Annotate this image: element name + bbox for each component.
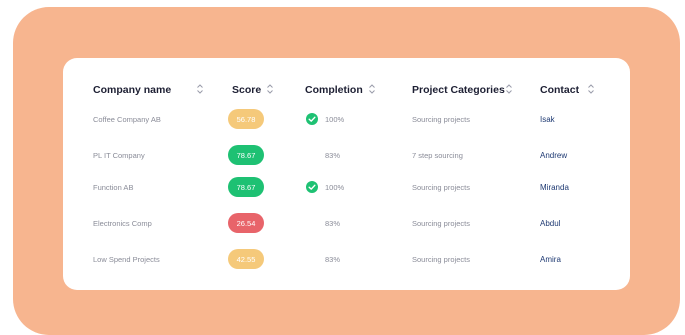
- row-5-company[interactable]: Low Spend Projects: [93, 252, 160, 266]
- row-1-category: Sourcing projects: [412, 114, 470, 124]
- sort-completion-icon[interactable]: [368, 83, 376, 95]
- row-3-score-badge: 78.67: [228, 177, 264, 197]
- row-3-contact[interactable]: Miranda: [540, 180, 569, 194]
- header-project-categories[interactable]: Project Categories: [412, 83, 505, 97]
- header-company-name[interactable]: Company name: [93, 83, 171, 97]
- row-1-contact[interactable]: Isak: [540, 112, 555, 126]
- row-4-contact[interactable]: Abdul: [540, 216, 560, 230]
- row-1-score-badge: 56.78: [228, 109, 264, 129]
- row-5-score-badge: 42.55: [228, 249, 264, 269]
- row-1-company[interactable]: Coffee Company AB: [93, 112, 161, 126]
- header-score[interactable]: Score: [232, 83, 261, 97]
- row-3-check-icon: [306, 181, 318, 193]
- sort-categories-icon[interactable]: [505, 83, 513, 95]
- row-1-completion: 100%: [325, 114, 345, 124]
- row-2-score-badge: 78.67: [228, 145, 264, 165]
- sort-score-icon[interactable]: [266, 83, 274, 95]
- sort-contact-icon[interactable]: [587, 83, 595, 95]
- row-3-category: Sourcing projects: [412, 182, 470, 192]
- header-completion[interactable]: Completion: [305, 83, 363, 97]
- row-4-company[interactable]: Electronics Comp: [93, 216, 152, 230]
- row-5-contact[interactable]: Amira: [540, 252, 561, 266]
- row-3-completion: 100%: [325, 182, 345, 192]
- row-2-contact[interactable]: Andrew: [540, 148, 567, 162]
- row-3-company[interactable]: Function AB: [93, 180, 133, 194]
- row-2-category: 7 step sourcing: [412, 150, 463, 160]
- row-2-company[interactable]: PL IT Company: [93, 148, 145, 162]
- row-5-category: Sourcing projects: [412, 254, 470, 264]
- row-4-score-badge: 26.54: [228, 213, 264, 233]
- row-4-completion: 83%: [325, 218, 341, 228]
- row-1-check-icon: [306, 113, 318, 125]
- row-5-completion: 83%: [325, 254, 341, 264]
- row-2-completion: 83%: [325, 150, 341, 160]
- row-4-category: Sourcing projects: [412, 218, 470, 228]
- header-contact[interactable]: Contact: [540, 83, 579, 97]
- sort-company-icon[interactable]: [196, 83, 204, 95]
